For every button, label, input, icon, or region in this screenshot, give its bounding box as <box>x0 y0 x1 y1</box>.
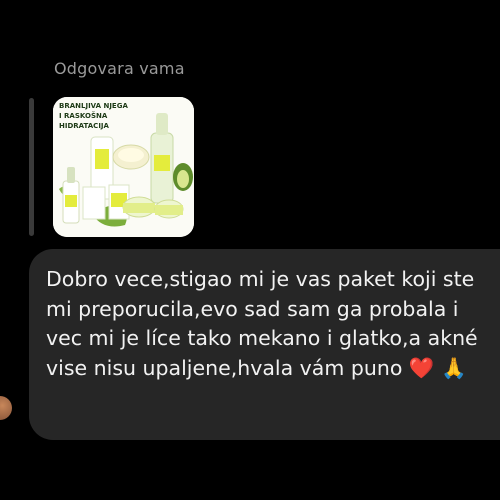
reply-header: Odgovara vama <box>54 59 185 78</box>
sender-avatar[interactable] <box>0 396 12 420</box>
thumb-text-line-3: HIDRATACIJA <box>59 122 109 130</box>
message-text: Dobro vece,stigao mi je vas paket koji s… <box>46 267 485 380</box>
message-bubble[interactable]: Dobro vece,stigao mi je vas paket koji s… <box>29 249 500 440</box>
quoted-image-thumbnail[interactable]: BRANLJIVA NJEGA I RASKOŠNA HIDRATACIJA <box>53 97 194 237</box>
thumb-text-line-1: BRANLJIVA NJEGA <box>59 102 128 110</box>
quote-bar <box>29 98 34 236</box>
thumb-text-line-2: I RASKOŠNA <box>59 112 108 120</box>
